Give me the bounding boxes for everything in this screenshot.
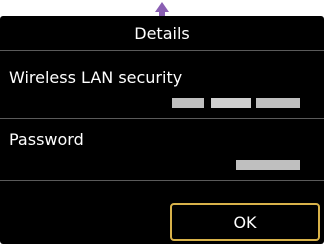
wireless-lan-security-value-masked <box>256 98 300 108</box>
divider <box>0 118 324 119</box>
wireless-lan-security-value-masked <box>172 98 204 108</box>
ok-button[interactable]: OK <box>170 203 320 241</box>
password-value-masked <box>236 160 300 170</box>
wireless-lan-security-value-masked <box>211 98 251 108</box>
wireless-lan-security-label: Wireless LAN security <box>9 68 183 87</box>
page-title: Details <box>0 16 324 51</box>
password-label: Password <box>9 130 84 149</box>
divider <box>0 180 324 181</box>
details-screen: Details Wireless LAN security Password O… <box>0 16 324 244</box>
